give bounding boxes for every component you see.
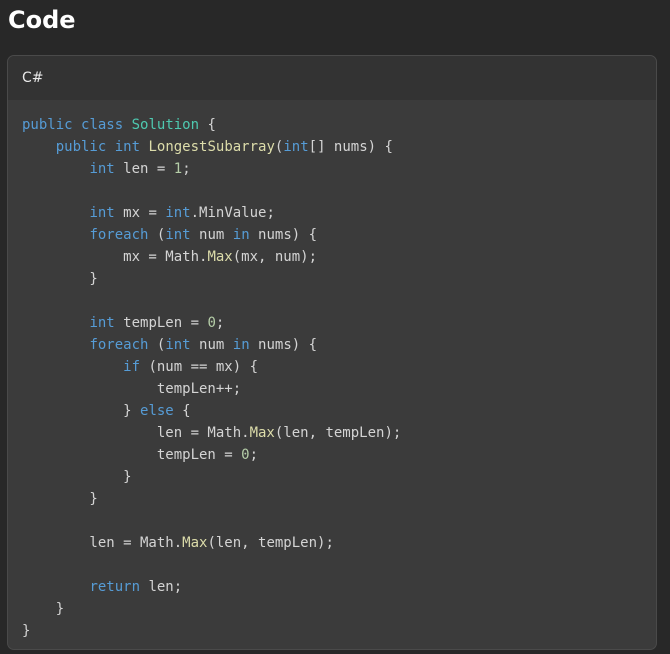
code-token: in [232, 227, 250, 243]
code-token: nums) { [249, 227, 318, 243]
code-token: public [55, 139, 107, 155]
code-line: int mx = int.MinValue; [22, 202, 656, 224]
code-block-header: C# [8, 56, 656, 100]
code-token: public [22, 117, 73, 133]
code-line: } [22, 466, 656, 488]
code-token: (len, tempLen); [274, 425, 402, 441]
code-token: int [165, 227, 191, 243]
code-token: ( [148, 227, 166, 243]
code-token: len = [114, 161, 174, 177]
code-token: .MinValue; [190, 205, 275, 221]
code-token: ( [148, 337, 166, 353]
code-token: in [232, 337, 250, 353]
code-token: (mx, num); [232, 249, 318, 265]
code-line: public class Solution { [22, 114, 656, 136]
code-token: nums) { [249, 337, 318, 353]
code-block: C# public class Solution { public int Lo… [7, 55, 657, 650]
code-token: [] nums) { [308, 139, 393, 155]
code-token: tempLen++; [22, 381, 242, 397]
code-token: mx = [114, 205, 166, 221]
code-line: len = Math.Max(len, tempLen); [22, 532, 656, 554]
code-line: int len = 1; [22, 158, 656, 180]
code-token: int [89, 161, 115, 177]
code-line: } [22, 620, 656, 642]
code-line: mx = Math.Max(mx, num); [22, 246, 656, 268]
code-line: if (num == mx) { [22, 356, 656, 378]
code-line: } else { [22, 400, 656, 422]
code-token: int [89, 315, 115, 331]
code-token: Solution [131, 117, 200, 133]
code-token: } [22, 623, 31, 639]
code-token: foreach [89, 337, 149, 353]
code-token: foreach [89, 227, 149, 243]
code-token: if [123, 359, 141, 375]
code-token: 1 [173, 161, 183, 177]
code-token: mx = Math. [22, 249, 208, 265]
code-token: tempLen = [114, 315, 208, 331]
code-line: public int LongestSubarray(int[] nums) { [22, 136, 656, 158]
code-token: len = Math. [22, 535, 183, 551]
code-token: (num == mx) { [140, 359, 259, 375]
code-line: foreach (int num in nums) { [22, 334, 656, 356]
code-token: int [283, 139, 309, 155]
code-line: tempLen = 0; [22, 444, 656, 466]
code-token: Max [182, 535, 208, 551]
code-token: { [173, 403, 191, 419]
code-token: { [199, 117, 216, 133]
code-token: LongestSubarray [148, 139, 275, 155]
code-token: 0 [207, 315, 216, 331]
code-token: Max [249, 425, 275, 441]
code-token: int [165, 205, 191, 221]
code-line: len = Math.Max(len, tempLen); [22, 422, 656, 444]
code-token: } [22, 403, 141, 419]
page-title: Code [8, 6, 76, 34]
code-line: return len; [22, 576, 656, 598]
code-token: (len, tempLen); [207, 535, 334, 551]
code-line: foreach (int num in nums) { [22, 224, 656, 246]
code-token: num [190, 227, 233, 243]
code-line: tempLen++; [22, 378, 656, 400]
code-line: } [22, 268, 656, 290]
code-token: len = Math. [22, 425, 250, 441]
code-token: } [22, 271, 98, 287]
code-token: int [89, 205, 115, 221]
code-token: Max [207, 249, 233, 265]
code-line: } [22, 488, 656, 510]
code-token: tempLen = [22, 447, 242, 463]
code-token: ; [182, 161, 191, 177]
code-token: 0 [241, 447, 250, 463]
code-token: } [22, 491, 98, 507]
code-line: int tempLen = 0; [22, 312, 656, 334]
code-token: } [22, 601, 65, 617]
code-content[interactable]: public class Solution { public int Longe… [8, 100, 656, 642]
code-token: return [89, 579, 141, 595]
code-token: len; [140, 579, 183, 595]
code-token: int [114, 139, 141, 155]
code-token: num [190, 337, 233, 353]
code-token: int [165, 337, 191, 353]
code-token: ; [249, 447, 259, 463]
language-label: C# [22, 70, 44, 86]
code-token: } [22, 469, 132, 485]
code-token: else [140, 403, 174, 419]
code-line: } [22, 598, 656, 620]
code-token: ; [215, 315, 225, 331]
code-token: class [81, 117, 124, 133]
